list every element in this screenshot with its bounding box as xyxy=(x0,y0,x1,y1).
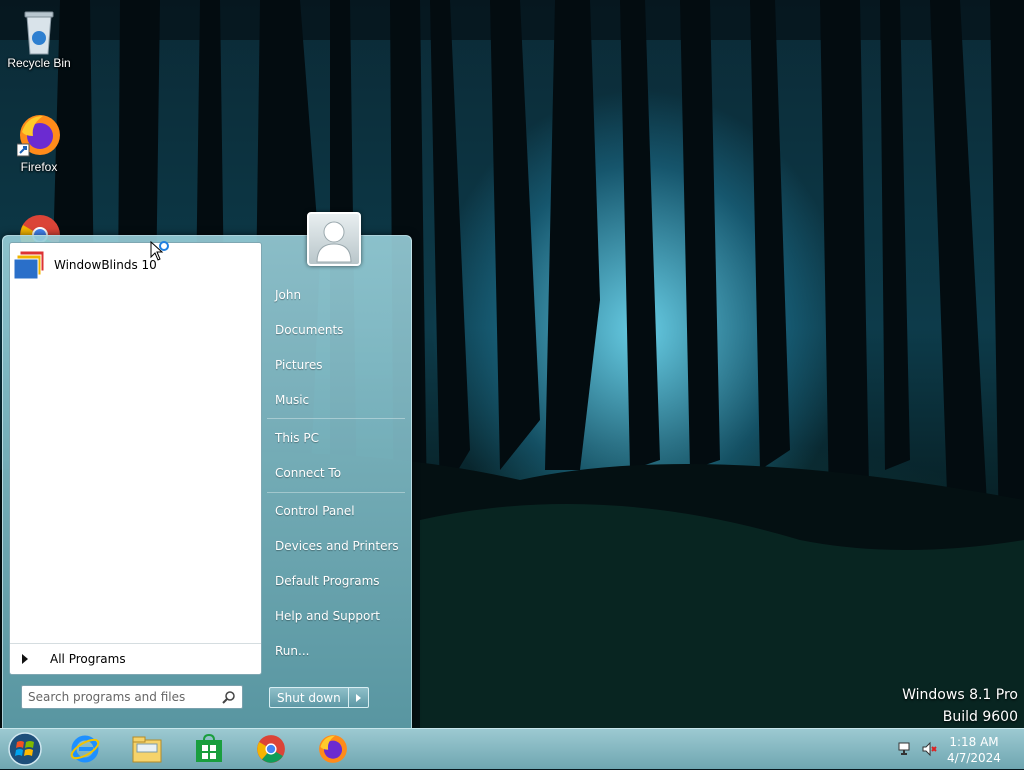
place-item-connect-to[interactable]: Connect To xyxy=(269,460,403,486)
shutdown-options-button[interactable] xyxy=(348,687,369,708)
all-programs-button[interactable]: All Programs xyxy=(10,643,261,674)
firefox-icon xyxy=(319,735,347,763)
all-programs-label: All Programs xyxy=(50,652,126,666)
search-input[interactable] xyxy=(22,690,222,704)
desktop-icon-recycle-bin[interactable]: Recycle Bin xyxy=(1,8,77,70)
menu-separator xyxy=(267,492,405,493)
place-item-help-support[interactable]: Help and Support xyxy=(269,603,403,629)
watermark-edition: Windows 8.1 Pro xyxy=(902,687,1018,703)
place-item-pictures[interactable]: Pictures xyxy=(269,352,403,378)
user-icon xyxy=(316,221,352,263)
file-explorer-icon xyxy=(132,736,162,763)
start-menu: WindowBlinds 10 All Programs John Docume… xyxy=(2,235,412,730)
chevron-right-icon xyxy=(22,654,28,664)
program-item-windowblinds[interactable]: WindowBlinds 10 xyxy=(13,249,254,281)
mouse-cursor-busy-icon xyxy=(150,241,169,261)
taskbar-store[interactable] xyxy=(184,731,234,767)
internet-explorer-icon xyxy=(70,735,100,763)
desktop-icon-label: Recycle Bin xyxy=(7,56,71,70)
os-watermark: Windows 8.1 Pro Build 9600 xyxy=(902,684,1018,728)
taskbar-internet-explorer[interactable] xyxy=(60,731,110,767)
place-item-default-programs[interactable]: Default Programs xyxy=(269,568,403,594)
firefox-icon xyxy=(16,112,61,157)
taskbar-chrome[interactable] xyxy=(246,731,296,767)
place-item-user[interactable]: John xyxy=(269,282,403,308)
shutdown-group: Shut down xyxy=(269,687,369,708)
start-button[interactable] xyxy=(5,731,45,767)
volume-muted-icon[interactable] xyxy=(922,741,938,757)
recycle-bin-icon xyxy=(17,8,61,55)
user-avatar[interactable] xyxy=(307,212,361,266)
place-item-run[interactable]: Run... xyxy=(269,638,403,664)
taskbar: 1:18 AM 4/7/2024 xyxy=(0,728,1024,769)
search-box[interactable] xyxy=(21,685,243,709)
windowblinds-icon xyxy=(13,249,46,281)
place-item-music[interactable]: Music xyxy=(269,387,403,413)
shutdown-button[interactable]: Shut down xyxy=(269,687,349,708)
desktop-icon-label: Firefox xyxy=(20,160,58,174)
taskbar-firefox[interactable] xyxy=(308,731,358,767)
chrome-icon xyxy=(257,735,285,763)
search-icon[interactable] xyxy=(222,690,236,704)
menu-separator xyxy=(267,418,405,419)
windows-orb-icon xyxy=(8,732,42,766)
taskbar-clock[interactable]: 1:18 AM 4/7/2024 xyxy=(944,734,1004,766)
program-item-label: WindowBlinds 10 xyxy=(54,258,157,272)
network-icon[interactable] xyxy=(898,741,914,757)
clock-time: 1:18 AM xyxy=(949,735,999,749)
clock-date: 4/7/2024 xyxy=(947,751,1001,765)
taskbar-file-explorer[interactable] xyxy=(122,731,172,767)
place-item-control-panel[interactable]: Control Panel xyxy=(269,498,403,524)
watermark-build: Build 9600 xyxy=(942,709,1018,725)
place-item-devices-printers[interactable]: Devices and Printers xyxy=(269,533,403,559)
place-item-this-pc[interactable]: This PC xyxy=(269,425,403,451)
start-menu-programs-pane: WindowBlinds 10 All Programs xyxy=(9,242,262,675)
desktop-icon-firefox[interactable]: Firefox xyxy=(1,112,77,174)
place-item-documents[interactable]: Documents xyxy=(269,317,403,343)
store-icon xyxy=(196,734,222,762)
